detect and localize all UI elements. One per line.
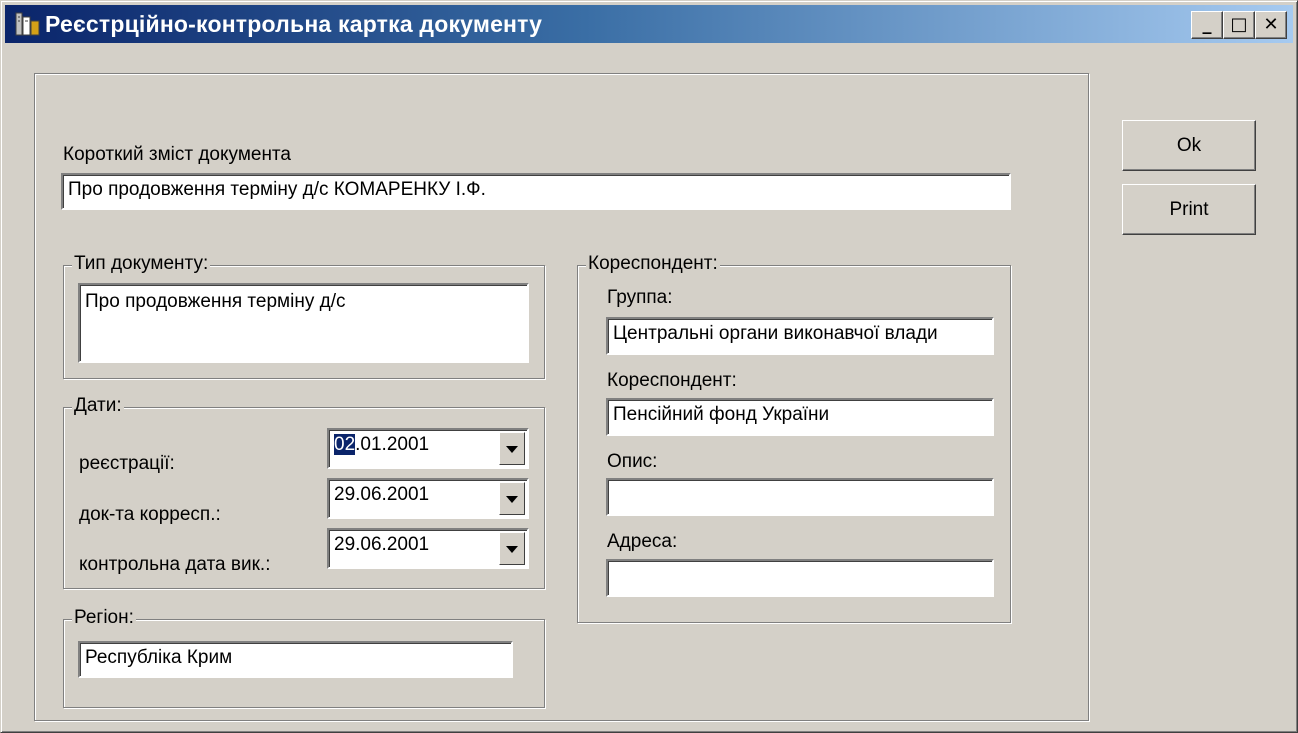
- ok-button[interactable]: Ok: [1122, 120, 1256, 171]
- summary-label: Короткий зміст документа: [63, 144, 291, 165]
- date-rest-text: .01.2001: [355, 434, 430, 455]
- registration-date-label: реєстрації:: [79, 453, 175, 474]
- region-field[interactable]: Республіка Крим: [78, 641, 513, 678]
- correspondent-field[interactable]: Пенсійний фонд України: [606, 398, 994, 436]
- correspondent-doc-date-picker[interactable]: 29.06.2001: [327, 478, 529, 519]
- description-label: Опис:: [607, 451, 658, 472]
- chevron-down-icon[interactable]: [499, 432, 525, 465]
- doc-type-field[interactable]: Про продовження терміну д/с: [78, 283, 529, 363]
- print-button[interactable]: Print: [1122, 184, 1256, 235]
- correspondent-legend: Кореспондент:: [586, 253, 720, 275]
- date-text: 29.06.2001: [334, 534, 430, 555]
- group-label: Группа:: [607, 287, 673, 308]
- chevron-down-icon[interactable]: [499, 532, 525, 565]
- close-button[interactable]: ✕: [1255, 11, 1287, 39]
- doc-type-legend: Тип документу:: [72, 253, 211, 275]
- summary-field[interactable]: Про продовження терміну д/с КОМАРЕНКУ І.…: [61, 173, 1011, 210]
- registration-date-picker[interactable]: 02.01.2001: [327, 428, 529, 469]
- group-field[interactable]: Центральні органи виконавчої влади: [606, 317, 994, 355]
- selected-day-text: 02: [334, 434, 356, 455]
- date-text: 29.06.2001: [334, 484, 430, 505]
- address-field[interactable]: [606, 559, 994, 597]
- main-window: Реєстрційно-контрольна картка документу …: [0, 0, 1298, 733]
- control-date-label: контрольна дата вик.:: [79, 554, 271, 575]
- region-legend: Регіон:: [72, 607, 136, 629]
- minimize-button[interactable]: _: [1191, 11, 1223, 39]
- address-label: Адреса:: [607, 531, 678, 552]
- correspondent-doc-date-label: док-та корресп.:: [79, 504, 221, 525]
- title-bar[interactable]: Реєстрційно-контрольна картка документу …: [5, 5, 1293, 43]
- chevron-down-icon[interactable]: [499, 482, 525, 515]
- dates-legend: Дати:: [72, 395, 124, 417]
- description-field[interactable]: [606, 478, 994, 516]
- correspondent-label: Кореспондент:: [607, 370, 737, 391]
- building-icon: [15, 12, 40, 36]
- window-title: Реєстрційно-контрольна картка документу: [45, 11, 543, 37]
- maximize-button[interactable]: □: [1223, 11, 1255, 39]
- control-date-picker[interactable]: 29.06.2001: [327, 528, 529, 569]
